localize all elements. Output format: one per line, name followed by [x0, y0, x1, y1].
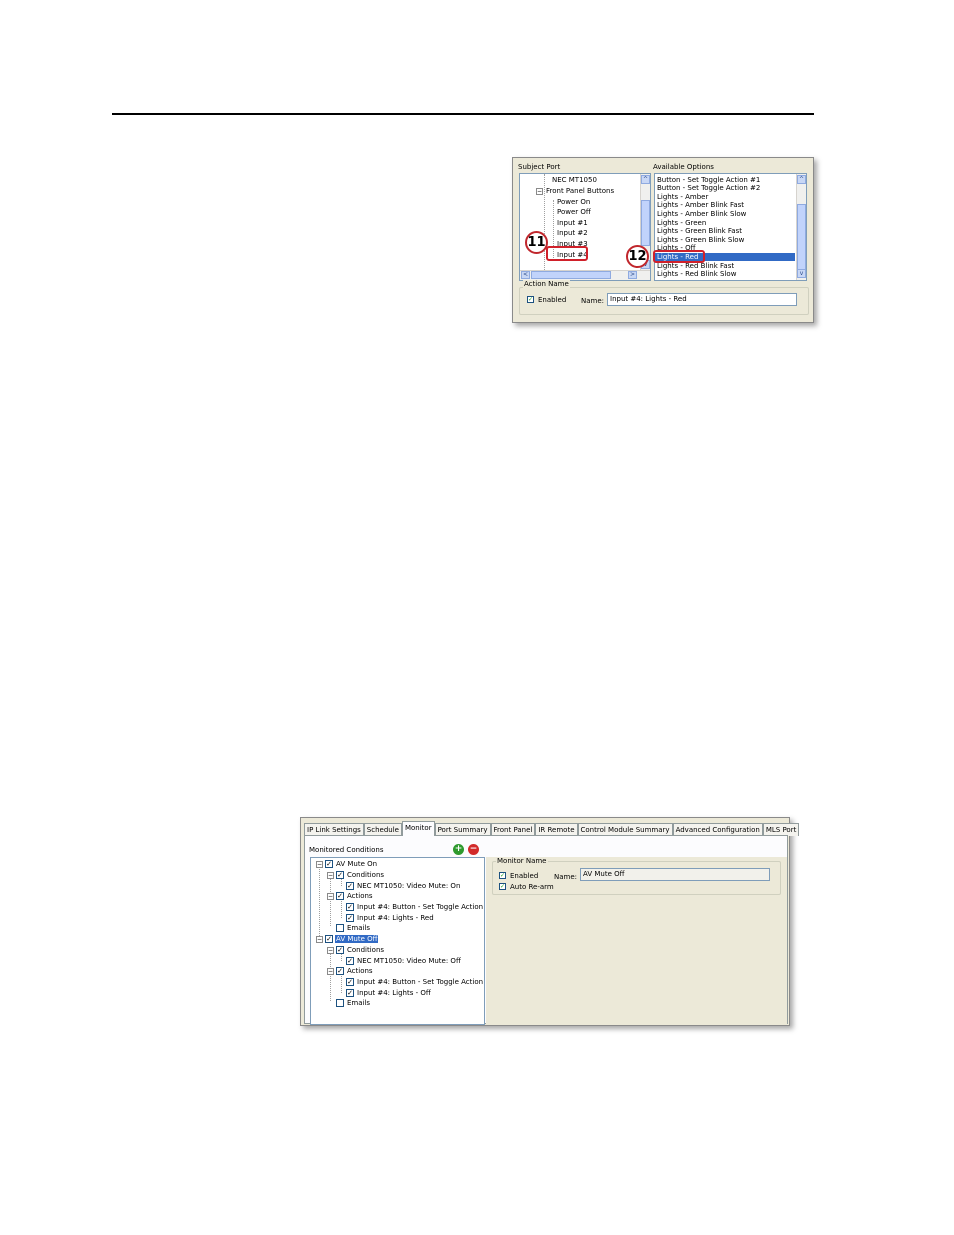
action-node[interactable]: Input #4: Button - Set Toggle Action #1 — [357, 978, 484, 986]
collapse-icon[interactable]: − — [536, 188, 543, 195]
option-item[interactable]: Button - Set Toggle Action #2 — [657, 184, 760, 192]
monitor-node-selected[interactable]: AV Mute Off — [335, 935, 379, 943]
collapse-icon[interactable]: − — [316, 861, 323, 868]
tree-checkbox[interactable]: ✓ — [346, 882, 354, 890]
minus-circle-icon[interactable]: − — [468, 844, 479, 855]
available-options-label: Available Options — [653, 163, 714, 171]
action-name-group-label: Action Name — [523, 280, 570, 288]
tree-connector — [341, 898, 342, 918]
option-item[interactable]: Lights - Amber — [657, 193, 708, 201]
name-label: Name: — [581, 297, 605, 305]
scroll-thumb[interactable] — [641, 200, 650, 246]
scroll-thumb[interactable] — [797, 204, 806, 270]
tree-checkbox[interactable]: ✓ — [336, 892, 344, 900]
callout-highlight-box — [546, 246, 588, 261]
collapse-icon[interactable]: − — [316, 936, 323, 943]
option-item[interactable]: Lights - Amber Blink Fast — [657, 201, 744, 209]
auto-rearm-checkbox[interactable]: ✓ — [499, 883, 506, 890]
monitored-conditions-label: Monitored Conditions — [309, 846, 384, 854]
plus-circle-icon[interactable]: + — [453, 844, 464, 855]
tree-checkbox[interactable]: ✓ — [325, 860, 333, 868]
enabled-label: Enabled — [538, 296, 567, 304]
option-item[interactable]: Lights - Red Blink Fast — [657, 262, 734, 270]
enabled-checkbox[interactable]: ✓ — [527, 296, 534, 303]
vertical-scrollbar[interactable]: ^ v — [796, 174, 806, 280]
tree-checkbox[interactable]: ✓ — [336, 871, 344, 879]
auto-rearm-label: Auto Re-arm — [510, 883, 554, 891]
actions-node[interactable]: Actions — [347, 892, 373, 900]
condition-node[interactable]: NEC MT1050: Video Mute: On — [357, 882, 460, 890]
condition-node[interactable]: NEC MT1050: Video Mute: Off — [357, 957, 461, 965]
tree-item[interactable]: NEC MT1050 — [552, 176, 597, 184]
tree-connector — [330, 876, 331, 926]
tree-checkbox[interactable]: ✓ — [346, 978, 354, 986]
name-label: Name: — [554, 873, 578, 881]
action-node[interactable]: Input #4: Button - Set Toggle Action #2 — [357, 903, 484, 911]
tree-checkbox[interactable]: ✓ — [346, 989, 354, 997]
tab-monitor[interactable]: Monitor — [401, 821, 435, 836]
tree-checkbox[interactable]: ✓ — [346, 914, 354, 922]
emails-node[interactable]: Emails — [347, 999, 370, 1007]
option-item[interactable]: Lights - Green Blink Fast — [657, 227, 742, 235]
monitor-name-group-label: Monitor Name — [496, 857, 548, 865]
option-item[interactable]: Lights - Amber Blink Slow — [657, 210, 746, 218]
conditions-node[interactable]: Conditions — [347, 871, 384, 879]
scroll-down-icon[interactable]: v — [797, 269, 806, 278]
tree-connector — [330, 951, 331, 1001]
tab-strip: IP Link Settings Schedule Monitor Port S… — [304, 821, 800, 836]
action-node[interactable]: Input #4: Lights - Off — [357, 989, 431, 997]
tree-checkbox[interactable]: ✓ — [346, 903, 354, 911]
tree-checkbox[interactable] — [336, 924, 344, 932]
tree-item[interactable]: Input #1 — [557, 219, 588, 227]
option-item[interactable]: Lights - Red Blink Slow — [657, 270, 736, 278]
scroll-right-icon[interactable]: > — [628, 271, 637, 279]
action-node[interactable]: Input #4: Lights - Red — [357, 914, 434, 922]
monitor-node[interactable]: AV Mute On — [336, 860, 377, 868]
callout-number: 11 — [525, 231, 548, 254]
tree-connector — [319, 864, 320, 940]
conditions-node[interactable]: Conditions — [347, 946, 384, 954]
enabled-checkbox[interactable]: ✓ — [499, 872, 506, 879]
actions-node[interactable]: Actions — [347, 967, 373, 975]
collapse-icon[interactable]: − — [327, 893, 334, 900]
monitored-conditions-tree[interactable]: − ✓ AV Mute On − ✓ Conditions ✓ NEC MT10… — [310, 857, 485, 1025]
scroll-thumb[interactable] — [531, 271, 611, 279]
header-rule — [112, 113, 814, 115]
tree-connector — [341, 973, 342, 993]
tree-item[interactable]: Input #2 — [557, 229, 588, 237]
monitor-properties-area: Monitor Name ✓ Enabled Name: AV Mute Off… — [486, 857, 787, 1024]
tree-checkbox[interactable]: ✓ — [336, 946, 344, 954]
tree-checkbox[interactable]: ✓ — [346, 957, 354, 965]
monitor-name-input[interactable]: AV Mute Off — [580, 868, 770, 881]
enabled-label: Enabled — [510, 872, 539, 880]
action-config-panel: Subject Port Available Options NEC MT105… — [512, 157, 814, 323]
subject-port-label: Subject Port — [518, 163, 561, 171]
collapse-icon[interactable]: − — [327, 968, 334, 975]
monitor-tab-page: Monitored Conditions + − − ✓ AV Mute On … — [304, 835, 788, 1025]
option-item[interactable]: Lights - Green — [657, 219, 706, 227]
scroll-up-icon[interactable]: ^ — [797, 175, 806, 184]
tree-checkbox[interactable]: ✓ — [336, 967, 344, 975]
collapse-icon[interactable]: − — [327, 947, 334, 954]
tree-item[interactable]: Front Panel Buttons — [546, 187, 614, 195]
option-item[interactable]: Button - Set Toggle Action #1 — [657, 176, 760, 184]
tree-checkbox[interactable] — [336, 999, 344, 1007]
action-name-input[interactable]: Input #4: Lights - Red — [607, 293, 797, 306]
tree-connector — [544, 174, 545, 270]
scroll-up-icon[interactable]: ^ — [641, 175, 650, 184]
callout-highlight-box — [653, 250, 705, 263]
tree-item[interactable]: Power On — [557, 198, 590, 206]
available-options-list[interactable]: Button - Set Toggle Action #1 Button - S… — [654, 173, 807, 281]
option-item[interactable]: Lights - Green Blink Slow — [657, 236, 744, 244]
monitor-panel: IP Link Settings Schedule Monitor Port S… — [300, 817, 800, 1026]
tree-checkbox[interactable]: ✓ — [325, 935, 333, 943]
emails-node[interactable]: Emails — [347, 924, 370, 932]
tree-item[interactable]: Power Off — [557, 208, 591, 216]
scroll-left-icon[interactable]: < — [521, 271, 530, 279]
collapse-icon[interactable]: − — [327, 872, 334, 879]
callout-number: 12 — [626, 245, 649, 268]
